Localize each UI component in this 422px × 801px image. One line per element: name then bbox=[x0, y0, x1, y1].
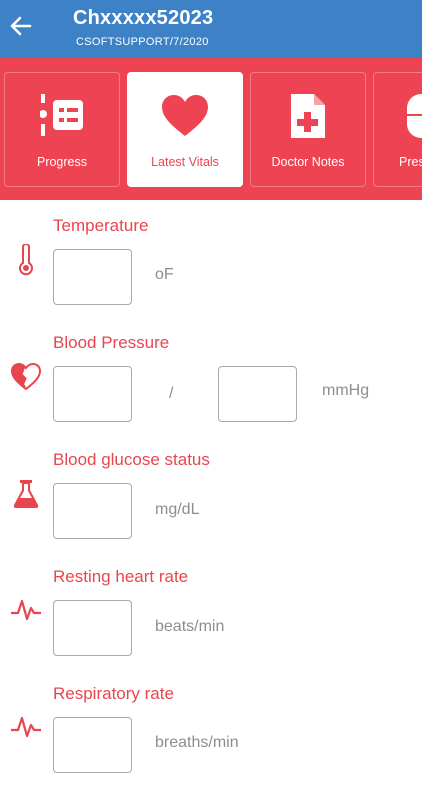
flask-icon bbox=[10, 478, 42, 510]
tab-label: Progress bbox=[36, 155, 88, 169]
arrow-left-icon bbox=[10, 16, 32, 36]
heart-rate-section: Resting heart rate beats/min bbox=[0, 567, 422, 684]
patient-subtitle: CSOFTSUPPORT/7/2020 bbox=[76, 36, 209, 48]
blood-pressure-section: Blood Pressure / mmHg bbox=[0, 333, 422, 450]
category-tabs: Progress Latest Vitals Doctor Notes Pres bbox=[0, 58, 422, 200]
blood-pressure-label: Blood Pressure bbox=[53, 333, 170, 352]
pressure-unit: mmHg bbox=[322, 382, 370, 399]
respiratory-section: Respiratory rate breaths/min bbox=[0, 684, 422, 801]
respiratory-input[interactable] bbox=[53, 717, 132, 773]
temperature-input[interactable] bbox=[53, 249, 132, 305]
diastolic-input[interactable] bbox=[218, 366, 297, 422]
respiratory-label: Respiratory rate bbox=[53, 684, 174, 703]
systolic-input[interactable] bbox=[53, 366, 132, 422]
temperature-unit: oF bbox=[155, 266, 174, 283]
glucose-section: Blood glucose status mg/dL bbox=[0, 450, 422, 567]
pill-icon bbox=[407, 94, 422, 138]
pressure-separator: / bbox=[169, 385, 174, 402]
temperature-label: Temperature bbox=[53, 216, 149, 235]
tab-label: Doctor Notes bbox=[271, 155, 345, 169]
heart-rate-unit: beats/min bbox=[155, 618, 225, 635]
heart-rate-input[interactable] bbox=[53, 600, 132, 656]
pulse-icon bbox=[10, 593, 42, 625]
thermometer-icon bbox=[10, 244, 42, 276]
heart-outline-icon bbox=[10, 361, 42, 393]
heart-icon bbox=[162, 95, 208, 136]
pulse-icon bbox=[10, 710, 42, 742]
back-button[interactable] bbox=[8, 11, 34, 41]
progress-list-icon bbox=[40, 94, 83, 136]
tab-doctor-notes[interactable]: Doctor Notes bbox=[250, 72, 366, 187]
tab-progress[interactable]: Progress bbox=[4, 72, 120, 187]
patient-title: Chxxxxx52023 bbox=[73, 7, 214, 29]
heart-rate-label: Resting heart rate bbox=[53, 567, 189, 586]
glucose-input[interactable] bbox=[53, 483, 132, 539]
tab-label: Latest Vitals bbox=[151, 155, 219, 169]
tab-label: Pres bbox=[399, 155, 422, 169]
glucose-unit: mg/dL bbox=[155, 501, 200, 518]
app-header: Chxxxxx52023 CSOFTSUPPORT/7/2020 bbox=[0, 0, 422, 58]
medical-document-icon bbox=[291, 94, 325, 138]
tab-prescriptions[interactable]: Pres bbox=[373, 72, 422, 187]
glucose-label: Blood glucose status bbox=[53, 450, 210, 469]
respiratory-unit: breaths/min bbox=[155, 734, 239, 751]
tab-latest-vitals[interactable]: Latest Vitals bbox=[127, 72, 243, 187]
temperature-section: Temperature oF bbox=[0, 216, 422, 333]
